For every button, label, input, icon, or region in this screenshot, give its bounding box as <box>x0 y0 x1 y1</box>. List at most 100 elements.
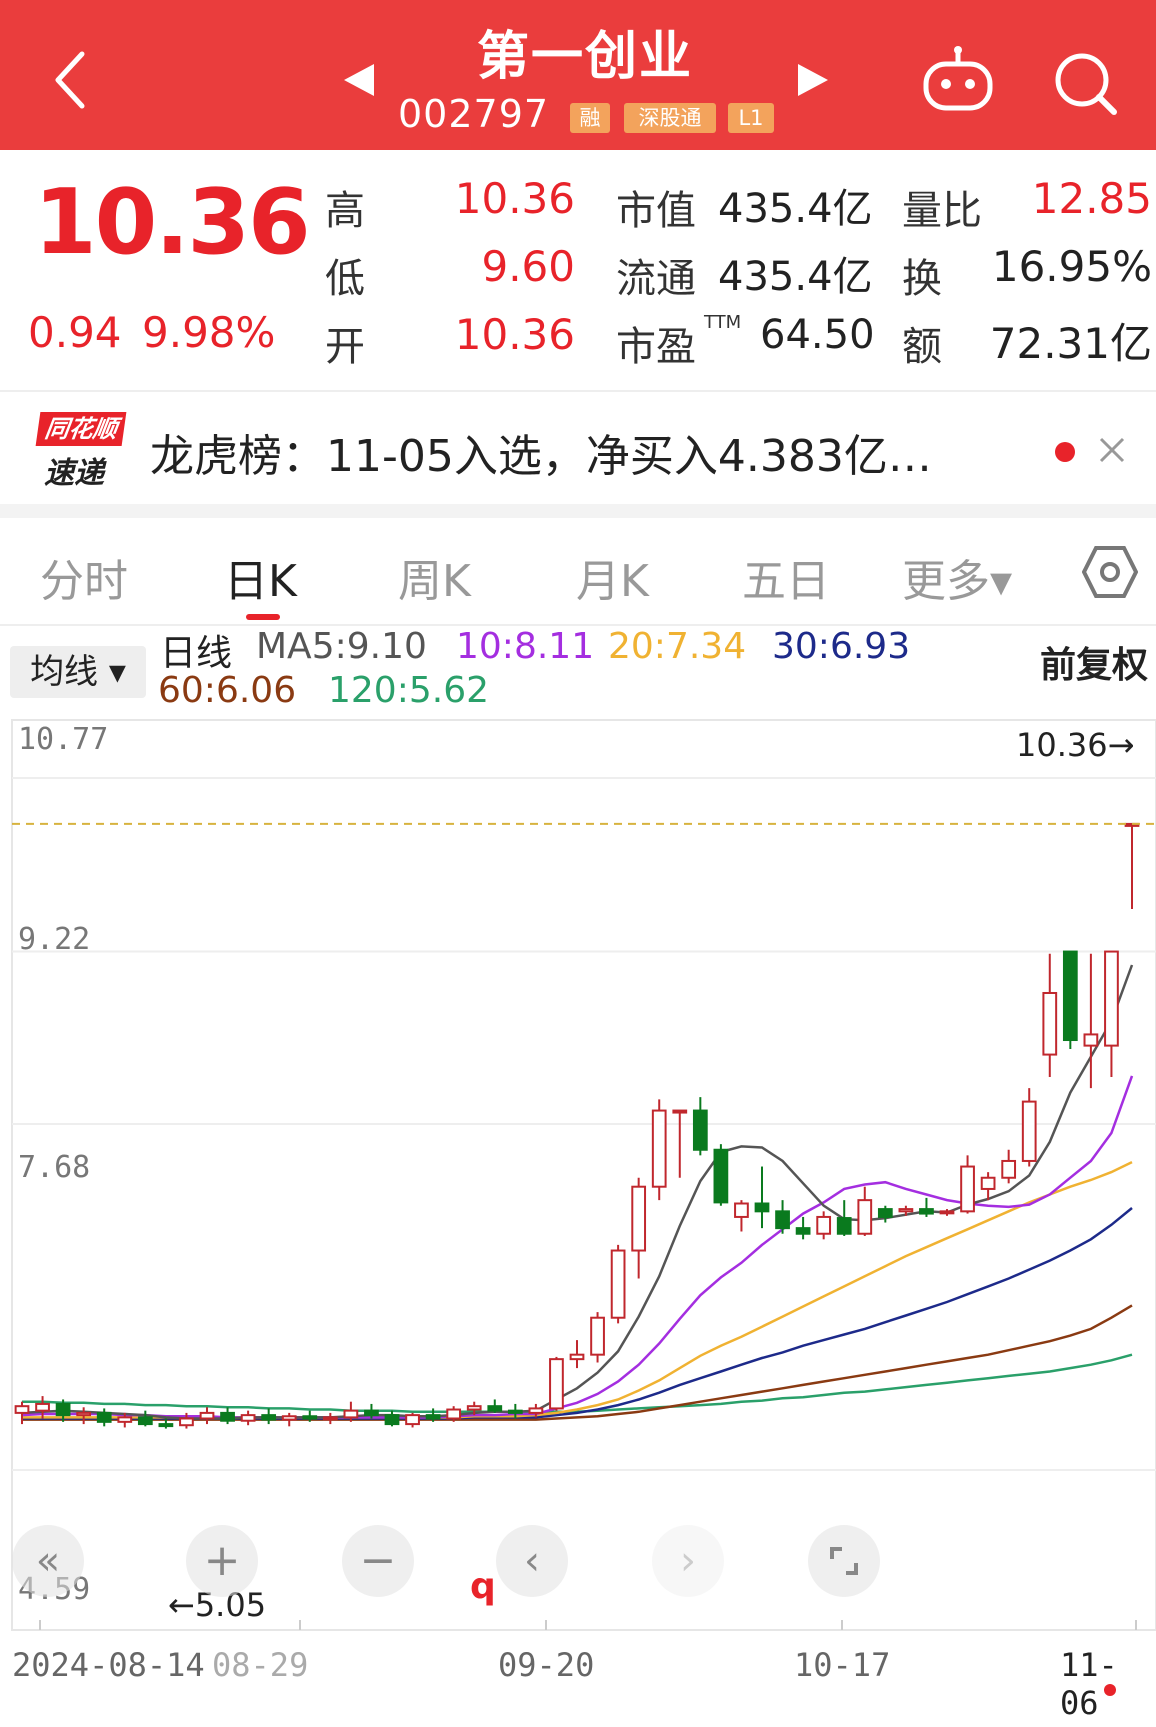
candle <box>877 1205 893 1223</box>
candle <box>322 1412 338 1425</box>
back-icon[interactable] <box>50 48 90 112</box>
candle <box>980 1172 996 1201</box>
pe-ttm-sup: TTM <box>704 312 742 333</box>
candle-body <box>384 1414 400 1426</box>
candle-body <box>590 1316 605 1356</box>
candle-body <box>1104 950 1119 1047</box>
candle <box>816 1211 832 1240</box>
candle-body <box>487 1405 503 1412</box>
ma10-value: 10:8.11 <box>456 626 595 667</box>
chevron-left-icon: ‹ <box>524 1538 540 1584</box>
section-gap <box>0 504 1156 518</box>
tab-daily-k[interactable]: 日K <box>224 545 297 609</box>
candle-body <box>1042 991 1058 1056</box>
settings-hexagon-icon[interactable] <box>1082 544 1138 600</box>
plus-icon: + <box>203 1535 241 1586</box>
candlestick-chart[interactable] <box>0 700 1156 1640</box>
x-tick-label: 2024-08-14 <box>12 1646 205 1684</box>
zoom-in-button[interactable]: + <box>186 1525 258 1597</box>
candle <box>692 1097 708 1156</box>
candle <box>220 1407 235 1425</box>
candle-body <box>405 1414 420 1426</box>
candle-body <box>569 1353 585 1361</box>
minus-icon: − <box>359 1535 397 1586</box>
candle-body <box>692 1109 708 1151</box>
candle <box>960 1155 975 1214</box>
scroll-start-button[interactable]: « <box>12 1525 84 1597</box>
pe-value: 64.50 <box>760 312 875 358</box>
active-tab-indicator <box>246 614 280 620</box>
tab-monthly-k[interactable]: 月K <box>576 545 649 609</box>
high-value: 10.36 <box>454 174 575 223</box>
next-stock-icon[interactable] <box>796 62 830 98</box>
candle-body <box>96 1411 112 1423</box>
candle <box>775 1200 790 1234</box>
x-tick-label: 09-20 <box>498 1646 595 1684</box>
tab-intraday[interactable]: 分时 <box>40 545 128 609</box>
candle-body <box>179 1417 194 1427</box>
news-text: 龙虎榜：11-05入选，净买入4.383亿… <box>150 431 932 482</box>
y-tick-label: 7.68 <box>18 1150 91 1185</box>
candle <box>1021 1088 1037 1167</box>
tab-five-day[interactable]: 五日 <box>742 545 830 609</box>
candle <box>590 1312 605 1363</box>
candle <box>857 1186 873 1236</box>
robot-assistant-icon[interactable] <box>920 46 996 116</box>
candle-body <box>610 1249 626 1319</box>
double-chevron-left-icon: « <box>35 1538 61 1584</box>
candle-body <box>117 1416 133 1423</box>
candle <box>919 1197 934 1217</box>
candle <box>1042 953 1058 1077</box>
candle <box>549 1356 564 1411</box>
candle-body <box>220 1411 235 1422</box>
candle <box>631 1177 647 1279</box>
current-price: 10.36 <box>34 170 311 275</box>
ths-logo-sub: 速递 <box>44 456 104 491</box>
candle-body <box>240 1414 256 1422</box>
candle <box>261 1408 277 1425</box>
scroll-right-button[interactable]: › <box>652 1525 724 1597</box>
candle <box>836 1200 852 1236</box>
app-header: 第一创业 002797 融 深股通 L1 <box>0 0 1156 150</box>
candle-body <box>836 1217 852 1235</box>
adjust-mode-button[interactable]: 前复权 <box>1040 636 1148 688</box>
candle-body <box>713 1148 729 1204</box>
candle <box>384 1410 400 1427</box>
candle-body <box>734 1202 749 1218</box>
candle-body <box>528 1407 544 1414</box>
candle <box>281 1412 297 1427</box>
ma-select-button[interactable]: 均线 ▾ <box>10 646 146 698</box>
candle <box>672 1109 688 1178</box>
tab-more[interactable]: 更多▾ <box>902 545 1012 609</box>
prev-stock-icon[interactable] <box>342 62 376 98</box>
close-icon[interactable] <box>1098 436 1126 464</box>
candle-body <box>281 1415 297 1421</box>
ma20-value: 20:7.34 <box>608 626 747 667</box>
float-cap-value: 435.4亿 <box>718 254 873 300</box>
candle-body <box>816 1215 832 1235</box>
candle <box>651 1099 667 1201</box>
market-cap-label: 市值 <box>616 188 696 234</box>
y-tick-label: 9.22 <box>18 922 91 957</box>
candle <box>754 1166 770 1229</box>
candle-body <box>960 1165 975 1213</box>
candle-body <box>199 1411 215 1420</box>
news-ticker[interactable]: 同花顺 速递 龙虎榜：11-05入选，净买入4.383亿… <box>0 392 1156 504</box>
candle-body <box>425 1414 441 1420</box>
fullscreen-button[interactable] <box>808 1525 880 1597</box>
search-icon[interactable] <box>1052 50 1122 120</box>
candle-body <box>343 1409 359 1419</box>
candle-body <box>507 1409 523 1414</box>
ths-logo: 同花顺 <box>35 412 127 446</box>
pe-label: 市盈 <box>616 324 696 370</box>
zoom-out-button[interactable]: − <box>342 1525 414 1597</box>
candle-body <box>302 1415 318 1420</box>
event-marker[interactable]: q <box>470 1566 496 1607</box>
amount-label: 额 <box>902 324 942 370</box>
scroll-left-button[interactable]: ‹ <box>496 1525 568 1597</box>
market-cap-value: 435.4亿 <box>718 186 873 232</box>
candle <box>1083 953 1099 1089</box>
tab-weekly-k[interactable]: 周K <box>398 545 471 609</box>
candle-body <box>322 1416 338 1421</box>
candle-body <box>446 1408 462 1420</box>
